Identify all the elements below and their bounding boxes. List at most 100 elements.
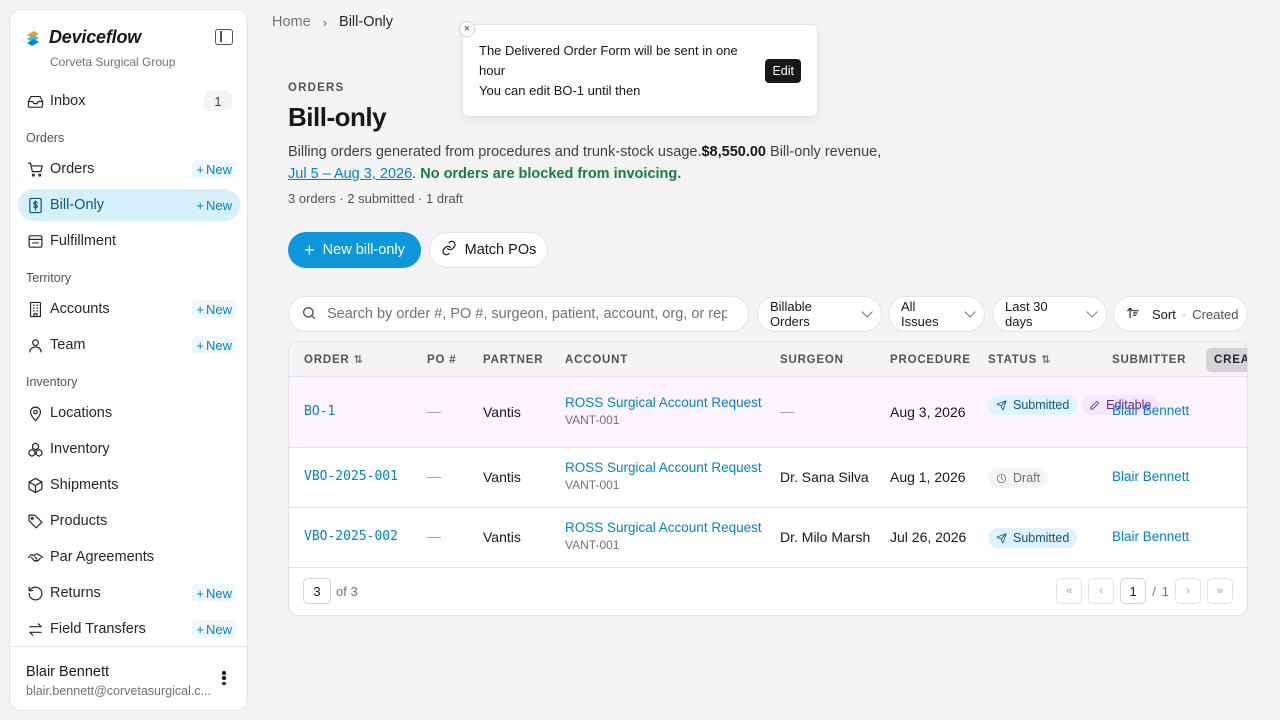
new-bill-only-primary-button[interactable]: + New bill-only [288,232,421,268]
sidebar-item-bill-only[interactable]: Bill-Only + New [18,189,240,221]
po-number: — [427,468,441,484]
sidebar-item-label: Returns [50,585,101,601]
more-vertical-icon[interactable] [217,669,231,687]
column-header-account: ACCOUNT [565,353,629,366]
sidebar: Deviceflow Corveta Surgical Group Inbox … [9,9,248,711]
order-id-link[interactable]: BO-1 [304,404,335,419]
column-header-status[interactable]: STATUS ⇅ [988,342,1051,377]
issues-filter-dropdown[interactable]: All Issues [888,296,985,332]
sort-button[interactable]: Sort · Created [1113,296,1248,332]
account-link[interactable]: ROSS Surgical Account Request [565,460,762,475]
date-range-link[interactable]: Jul 5 – Aug 3, 2026 [288,166,412,182]
invoicing-status: No orders are blocked from invoicing. [420,166,682,182]
submitter-link[interactable]: Blair Bennett [1112,469,1189,484]
sidebar-item-label: Orders [50,161,95,177]
account-code: VANT-001 [565,413,620,427]
status-cell: Draft [988,468,1049,488]
status-badge: Draft [988,468,1049,488]
inbox-count-badge: 1 [204,91,232,111]
first-page-icon[interactable]: « [1056,578,1083,604]
table-row[interactable]: VBO-2025-001 — Vantis ROSS Surgical Acco… [289,448,1247,508]
account-cell: ROSS Surgical Account Request VANT-001 [565,395,762,427]
filter-label: Billable Orders [770,299,812,329]
send-icon [996,400,1007,410]
pencil-icon [1090,400,1100,410]
sidebar-item-label: Team [50,337,86,353]
sidebar-item-inventory[interactable]: Inventory [18,433,240,465]
tag-icon [26,512,44,530]
submitter-link[interactable]: Blair Bennett [1112,403,1189,418]
status-badge: Submitted [988,528,1078,548]
last-page-icon[interactable]: » [1207,578,1233,604]
column-header-partner: PARTNER [483,353,544,366]
sidebar-item-accounts[interactable]: Accounts + New [18,293,240,325]
column-header-order[interactable]: ORDER ⇅ [304,342,364,377]
toast-edit-button[interactable]: Edit [765,59,801,83]
next-page-icon[interactable]: › [1175,578,1201,604]
order-id-link[interactable]: VBO-2025-001 [304,469,398,484]
user-profile: Blair Bennett blair.bennett@corvetasurgi… [10,646,247,710]
orders-summary: 3 orders · 2 submitted · 1 draft [288,191,463,206]
breadcrumb-home[interactable]: Home [272,14,311,30]
sidebar-item-locations[interactable]: Locations [18,397,240,429]
table-row[interactable]: VBO-2025-002 — Vantis ROSS Surgical Acco… [289,508,1247,568]
close-icon[interactable]: × [459,21,475,37]
match-pos-button[interactable]: Match POs [429,232,548,268]
status-cell: Submitted [988,528,1078,548]
sidebar-item-label: Accounts [50,301,110,317]
column-header-created[interactable]: CREATED [1206,348,1247,372]
sort-icon [1126,306,1140,323]
account-link[interactable]: ROSS Surgical Account Request [565,395,762,410]
sort-field: Created [1192,306,1239,322]
table-footer: 3 of 3 « ‹ 1 / 1 › » [289,567,1247,615]
sidebar-item-shipments[interactable]: Shipments [18,469,240,501]
new-account-button[interactable]: + New [192,300,236,318]
sort-arrows-icon[interactable]: ⇅ [1041,353,1051,366]
brand[interactable]: Deviceflow [25,27,141,48]
surgeon-name: Dr. Sana Silva [780,469,869,485]
sidebar-item-orders[interactable]: Orders + New [18,153,240,185]
page-size-select[interactable]: 3 [303,578,331,604]
sort-arrows-icon[interactable]: ⇅ [354,353,364,366]
new-return-button[interactable]: + New [192,584,236,602]
map-pin-icon [26,404,44,422]
partner-name: Vantis [483,529,521,545]
link-icon [441,240,457,260]
period-filter-dropdown[interactable]: Last 30 days [992,296,1107,332]
plus-icon: + [196,197,204,213]
procedure-date: Jul 26, 2026 [890,529,967,545]
sidebar-collapse-icon[interactable] [215,29,233,45]
new-team-member-button[interactable]: + New [192,336,236,354]
po-number: — [427,528,441,544]
new-bill-only-button[interactable]: + New [192,196,236,214]
submitter-link[interactable]: Blair Bennett [1112,529,1189,544]
sidebar-item-fulfillment[interactable]: Fulfillment [18,225,240,257]
table-row[interactable]: BO-1 — Vantis ROSS Surgical Account Requ… [289,377,1247,448]
search-input[interactable] [327,306,727,322]
order-id-link[interactable]: VBO-2025-002 [304,529,398,544]
column-header-surgeon: SURGEON [780,353,844,366]
new-field-transfer-button[interactable]: + New [192,620,236,638]
header-label: STATUS [988,353,1038,366]
toast-line-1: The Delivered Order Form will be sent in… [479,43,738,78]
sidebar-item-inbox[interactable]: Inbox 1 [18,85,240,117]
range-suffix: . [412,166,417,182]
plus-icon: + [196,585,204,601]
sidebar-item-returns[interactable]: Returns + New [18,577,240,609]
column-header-submitter: SUBMITTER [1112,353,1187,366]
account-link[interactable]: ROSS Surgical Account Request [565,520,762,535]
current-page-input[interactable]: 1 [1120,578,1147,604]
sidebar-item-par-agreements[interactable]: Par Agreements [18,541,240,573]
description-text: Billing orders generated from procedures… [288,144,702,160]
sidebar-item-field-transfers[interactable]: Field Transfers + New [18,613,240,645]
billable-filter-dropdown[interactable]: Billable Orders [757,296,882,332]
sidebar-item-products[interactable]: Products [18,505,240,537]
sidebar-item-label: Bill-Only [50,197,104,213]
column-header-po: PO # [427,353,457,366]
total-pages: 1 [1161,583,1169,599]
previous-page-icon[interactable]: ‹ [1088,578,1115,604]
sidebar-item-team[interactable]: Team + New [18,329,240,361]
account-cell: ROSS Surgical Account Request VANT-001 [565,520,762,552]
revenue-suffix: Bill-only revenue, [766,144,882,160]
new-order-button[interactable]: + New [192,160,236,178]
